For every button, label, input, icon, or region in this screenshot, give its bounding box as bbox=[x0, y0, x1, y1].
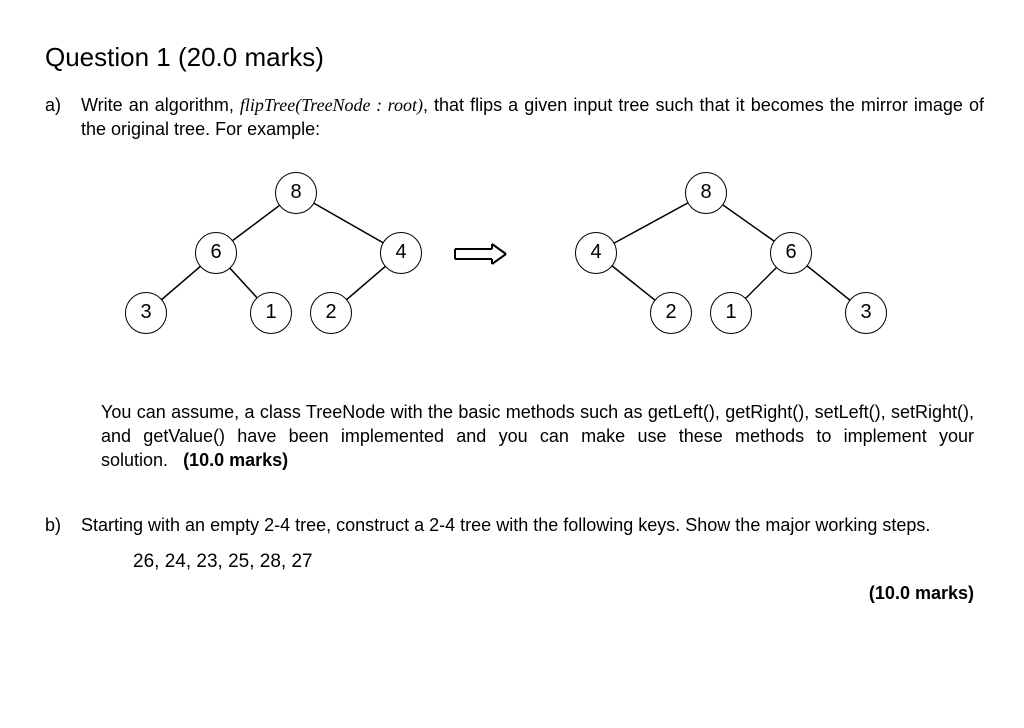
right-node-4: 4 bbox=[575, 232, 617, 274]
part-a-body: Write an algorithm, flipTree(TreeNode : … bbox=[81, 93, 984, 142]
part-a-marks: (10.0 marks) bbox=[183, 450, 288, 470]
part-letter-b: b) bbox=[45, 513, 81, 537]
left-node-4: 4 bbox=[380, 232, 422, 274]
left-node-2: 2 bbox=[310, 292, 352, 334]
question-heading: Question 1 (20.0 marks) bbox=[45, 40, 984, 75]
part-a-lead: Write an algorithm, bbox=[81, 95, 240, 115]
left-node-6: 6 bbox=[195, 232, 237, 274]
right-node-3: 3 bbox=[845, 292, 887, 334]
part-a: a) Write an algorithm, flipTree(TreeNode… bbox=[45, 93, 984, 142]
part-a-assume: You can assume, a class TreeNode with th… bbox=[101, 400, 974, 473]
arrow-icon bbox=[450, 240, 508, 274]
part-b-body: Starting with an empty 2-4 tree, constru… bbox=[81, 513, 984, 537]
part-b-marks: (10.0 marks) bbox=[45, 581, 974, 605]
part-letter-a: a) bbox=[45, 93, 81, 117]
left-node-1: 1 bbox=[250, 292, 292, 334]
part-b-keys: 26, 24, 23, 25, 28, 27 bbox=[133, 549, 984, 575]
right-node-6: 6 bbox=[770, 232, 812, 274]
function-signature: flipTree(TreeNode : root) bbox=[240, 95, 423, 115]
tree-diagram: 8 6 4 3 1 2 8 4 6 2 1 3 bbox=[75, 152, 984, 372]
left-node-8: 8 bbox=[275, 172, 317, 214]
right-node-1: 1 bbox=[710, 292, 752, 334]
right-node-2: 2 bbox=[650, 292, 692, 334]
left-node-3: 3 bbox=[125, 292, 167, 334]
part-b: b) Starting with an empty 2-4 tree, cons… bbox=[45, 513, 984, 537]
right-node-8: 8 bbox=[685, 172, 727, 214]
